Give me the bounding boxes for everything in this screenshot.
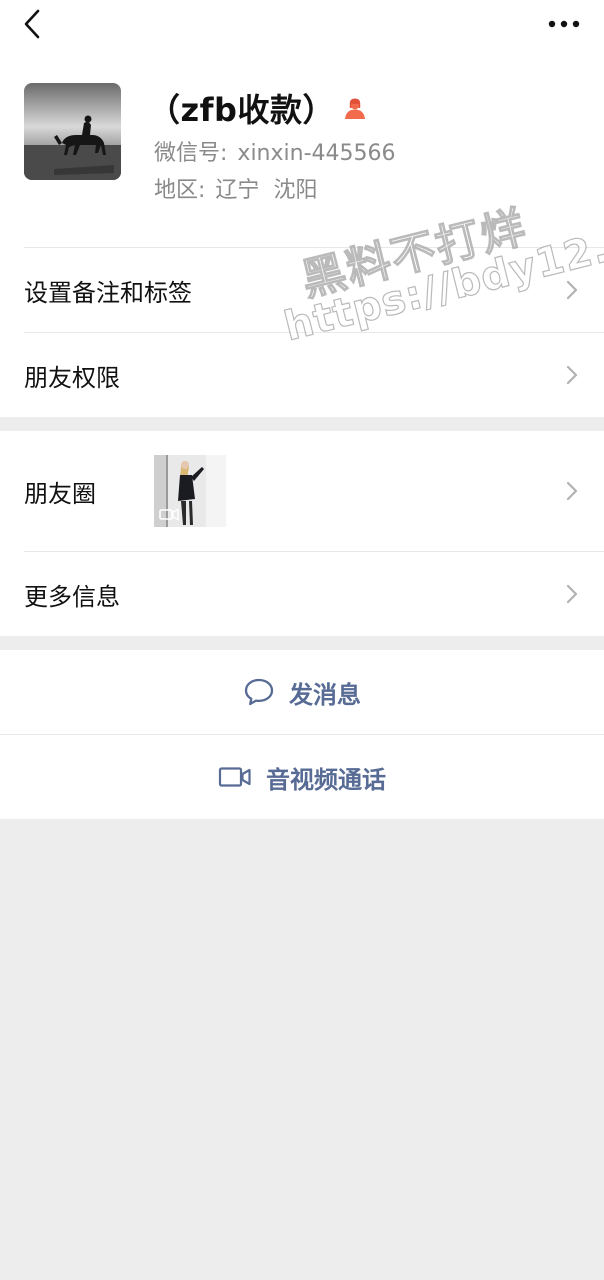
send-message-label: 发消息 bbox=[289, 680, 361, 709]
moments-thumbnail-image bbox=[154, 455, 226, 527]
section-gap bbox=[0, 417, 604, 431]
wechat-id-row: 微信号: xinxin-445566 bbox=[154, 135, 396, 167]
moments-item[interactable]: 朋友圈 bbox=[0, 431, 604, 551]
region-city: 沈阳 bbox=[273, 178, 318, 203]
friend-permissions-label: 朋友权限 bbox=[24, 363, 120, 392]
region-label: 地区: bbox=[154, 178, 206, 203]
moments-label: 朋友圈 bbox=[24, 479, 96, 508]
profile-header: （zfb收款） 微信号: xinxin-445566 地区: 辽宁 沈阳 黑料不打烊 … bbox=[0, 56, 604, 351]
audio-video-call-button[interactable]: 音视频通话 bbox=[0, 735, 604, 819]
friend-permissions-item[interactable]: 朋友权限 bbox=[0, 333, 604, 417]
chevron-left-icon bbox=[24, 9, 40, 39]
section-gap bbox=[0, 636, 604, 650]
contact-profile-page: （zfb收款） 微信号: xinxin-445566 地区: 辽宁 沈阳 黑料不打烊 … bbox=[0, 0, 604, 1280]
more-info-label: 更多信息 bbox=[24, 582, 120, 611]
audio-video-call-label: 音视频通话 bbox=[266, 765, 386, 794]
ellipsis-icon bbox=[548, 20, 580, 28]
video-camera-icon bbox=[218, 767, 251, 787]
more-info-item[interactable]: 更多信息 bbox=[0, 552, 604, 636]
chevron-right-icon bbox=[566, 280, 578, 300]
avatar[interactable] bbox=[24, 83, 121, 180]
top-bar bbox=[0, 0, 604, 56]
wechat-id-label: 微信号: bbox=[154, 141, 228, 166]
back-button[interactable] bbox=[14, 6, 50, 42]
send-message-button[interactable]: 发消息 bbox=[0, 650, 604, 734]
moments-thumbnail[interactable] bbox=[154, 455, 226, 527]
profile-card: （zfb收款） 微信号: xinxin-445566 地区: 辽宁 沈阳 黑料不打烊 … bbox=[0, 0, 604, 417]
more-options-button[interactable] bbox=[546, 6, 582, 42]
actions-section: 发消息 音视频通话 bbox=[0, 650, 604, 819]
set-remark-and-tags-item[interactable]: 设置备注和标签 bbox=[0, 248, 604, 332]
chevron-right-icon bbox=[566, 584, 578, 604]
chevron-right-icon bbox=[566, 481, 578, 501]
region-row: 地区: 辽宁 沈阳 bbox=[154, 172, 317, 204]
region-province: 辽宁 bbox=[215, 178, 260, 203]
wechat-id-value: xinxin-445566 bbox=[237, 141, 396, 166]
moments-section: 朋友圈 更多信息 bbox=[0, 431, 604, 636]
avatar-image bbox=[24, 83, 121, 180]
contact-name: （zfb收款） bbox=[148, 91, 335, 129]
chevron-right-icon bbox=[566, 365, 578, 385]
chat-bubble-icon bbox=[244, 678, 274, 706]
female-user-icon bbox=[343, 96, 367, 120]
set-remark-and-tags-label: 设置备注和标签 bbox=[24, 278, 192, 307]
name-row: （zfb收款） bbox=[148, 88, 367, 129]
